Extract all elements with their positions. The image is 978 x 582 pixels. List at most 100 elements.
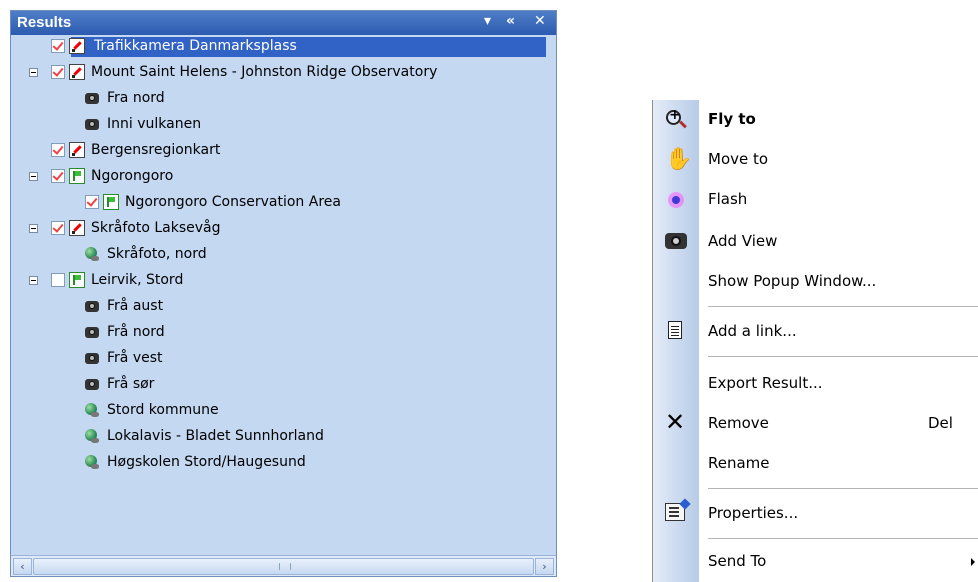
results-titlebar: Results ▾ « ✕ (11, 11, 556, 35)
menu-separator (708, 306, 978, 307)
camera-icon (85, 301, 99, 312)
context-menu: Fly to ✋ Move to Flash Add View Show Pop… (652, 100, 978, 582)
menu-item-label: Add View (708, 232, 778, 250)
menu-item-export-result[interactable]: Export Result... (653, 364, 978, 402)
camera-icon (85, 119, 99, 130)
tree-item-bergensregionkart[interactable]: Bergensregionkart (11, 139, 556, 165)
menu-item-shortcut: Del (928, 414, 953, 432)
tree-item-label: Skråfoto, nord (107, 246, 207, 262)
collapse-toggle[interactable] (29, 276, 38, 285)
collapse-panel-icon[interactable]: « (506, 13, 515, 29)
menu-item-label: Remove (708, 414, 769, 432)
menu-item-properties[interactable]: Properties... (653, 494, 978, 532)
menu-item-label: Export Result... (708, 374, 823, 392)
menu-item-add-a-link[interactable]: Add a link... (653, 312, 978, 350)
scroll-right-icon[interactable]: › (535, 558, 554, 575)
tree-item-trafikkamera-danmarksplass[interactable]: Trafikkamera Danmarksplass (11, 35, 556, 61)
scroll-thumb[interactable] (33, 558, 534, 575)
tree-item-label: Frå nord (107, 324, 165, 340)
menu-separator (708, 488, 978, 489)
tree-item-label: Frå sør (107, 376, 155, 392)
tree-item-label: Høgskolen Stord/Haugesund (107, 454, 306, 470)
tree-item-label: Bergensregionkart (91, 142, 221, 158)
document-icon (668, 321, 682, 339)
menu-separator (708, 356, 978, 357)
tree-item-ngorongoro[interactable]: Ngorongoro (11, 165, 556, 191)
tree-item-label: Trafikkamera Danmarksplass (91, 38, 300, 54)
tree-item-label: Leirvik, Stord (91, 272, 184, 288)
camera-icon (85, 379, 99, 390)
menu-item-label: Add a link... (708, 322, 797, 340)
tree-item-label: Stord kommune (107, 402, 219, 418)
tree-item-skrafoto-laksevag[interactable]: Skråfoto Laksevåg (11, 217, 556, 243)
tree-item-fra-vest[interactable]: Frå vest (11, 347, 556, 373)
tree-item-inni-vulkanen[interactable]: Inni vulkanen (11, 113, 556, 139)
menu-item-show-popup-window[interactable]: Show Popup Window... (653, 262, 978, 300)
globe-icon (85, 429, 100, 444)
scroll-left-icon[interactable]: ‹ (13, 558, 32, 575)
visibility-checkbox[interactable] (51, 169, 65, 183)
menu-item-send-to[interactable]: Send To (653, 542, 978, 580)
menu-item-add-view[interactable]: Add View (653, 222, 978, 260)
tree-item-label: Frå aust (107, 298, 164, 314)
visibility-checkbox[interactable] (51, 273, 65, 287)
globe-icon (85, 455, 100, 470)
submenu-arrow-icon (971, 558, 975, 566)
tree-item-ngorongoro-conservation-area[interactable]: Ngorongoro Conservation Area (11, 191, 556, 217)
menu-item-label: Flash (708, 190, 748, 208)
tree-item-skrafoto-nord[interactable]: Skråfoto, nord (11, 243, 556, 269)
visibility-checkbox[interactable] (51, 65, 65, 79)
flag-icon (103, 194, 119, 210)
flag-icon (69, 168, 85, 184)
globe-icon (85, 247, 100, 262)
delete-x-icon: ✕ (665, 408, 686, 436)
menu-item-move-to[interactable]: ✋ Move to (653, 140, 978, 178)
menu-item-rename[interactable]: Rename (653, 444, 978, 482)
tree-item-label: Inni vulkanen (107, 116, 202, 132)
pin-icon (69, 64, 85, 80)
tree-item-label: Mount Saint Helens - Johnston Ridge Obse… (91, 64, 438, 80)
tree-item-hogskolen[interactable]: Høgskolen Stord/Haugesund (11, 451, 556, 477)
tree-item-fra-sor[interactable]: Frå sør (11, 373, 556, 399)
menu-item-label: Rename (708, 454, 770, 472)
visibility-checkbox[interactable] (51, 143, 65, 157)
results-panel: Results ▾ « ✕ Trafikkamera Danmarksplass… (10, 10, 557, 577)
tree-item-fra-aust[interactable]: Frå aust (11, 295, 556, 321)
close-panel-icon[interactable]: ✕ (534, 13, 546, 29)
menu-item-flash[interactable]: Flash (653, 180, 978, 218)
tree-item-leirvik-stord[interactable]: Leirvik, Stord (11, 269, 556, 295)
pin-icon (69, 220, 85, 236)
pin-icon (69, 38, 85, 54)
tree-item-label: Ngorongoro (91, 168, 174, 184)
collapse-toggle[interactable] (29, 68, 38, 77)
hand-icon: ✋ (665, 147, 693, 172)
menu-item-fly-to[interactable]: Fly to (653, 100, 978, 138)
camera-icon (85, 353, 99, 364)
collapse-toggle[interactable] (29, 224, 38, 233)
tree-item-label: Skråfoto Laksevåg (91, 220, 221, 236)
menu-item-remove[interactable]: ✕ Remove Del (653, 404, 978, 442)
tree-item-stord-kommune[interactable]: Stord kommune (11, 399, 556, 425)
horizontal-scrollbar[interactable]: ‹ › (11, 555, 556, 576)
tree-item-mount-saint-helens[interactable]: Mount Saint Helens - Johnston Ridge Obse… (11, 61, 556, 87)
globe-icon (85, 403, 100, 418)
tree-item-fra-nord[interactable]: Fra nord (11, 87, 556, 113)
panel-menu-icon[interactable]: ▾ (484, 13, 491, 29)
tree-item-fra-nord-2[interactable]: Frå nord (11, 321, 556, 347)
menu-separator (708, 538, 978, 539)
collapse-toggle[interactable] (29, 172, 38, 181)
tree-item-label: Frå vest (107, 350, 163, 366)
menu-item-label: Show Popup Window... (708, 272, 877, 290)
flash-icon (665, 189, 687, 211)
visibility-checkbox[interactable] (51, 39, 65, 53)
results-tree: Trafikkamera Danmarksplass Mount Saint H… (11, 35, 556, 556)
menu-item-label: Fly to (708, 110, 756, 128)
visibility-checkbox[interactable] (51, 221, 65, 235)
camera-icon (85, 327, 99, 338)
visibility-checkbox[interactable] (85, 195, 99, 209)
results-title: Results (17, 14, 72, 31)
menu-item-label: Properties... (708, 504, 799, 522)
tree-item-lokalavis[interactable]: Lokalavis - Bladet Sunnhorland (11, 425, 556, 451)
menu-item-label: Send To (708, 552, 767, 570)
tree-item-label: Fra nord (107, 90, 165, 106)
